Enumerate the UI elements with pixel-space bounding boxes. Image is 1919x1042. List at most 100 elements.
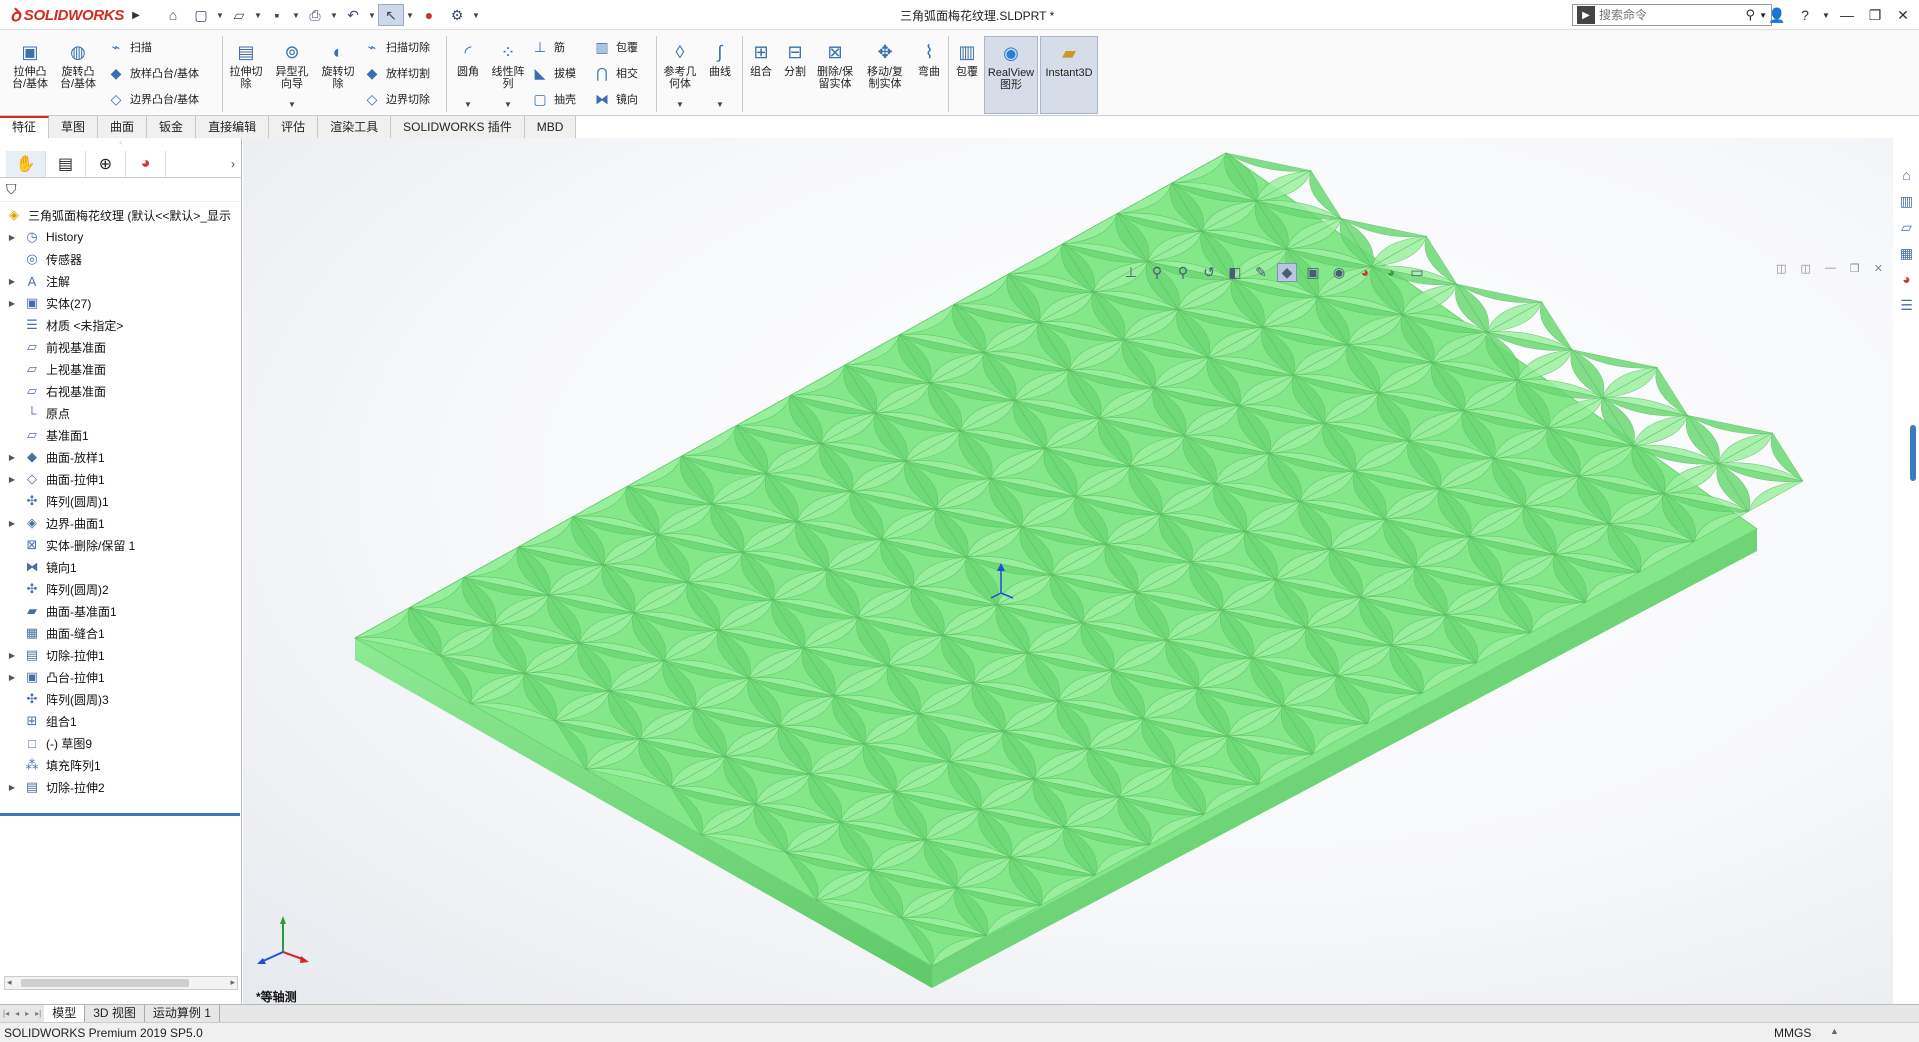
view-palette-icon[interactable]: ▦ [1897,244,1917,262]
tree-item[interactable]: ☰ 材质 <未指定> [0,314,241,336]
tree-root[interactable]: ◈ 三角弧面梅花纹理 (默认<<默认>_显示 [0,204,241,226]
help-icon[interactable]: ? [1793,4,1817,26]
combine-button[interactable]: ⊞ 组合 [744,40,778,78]
tree-item[interactable]: ✣ 阵列(圆周)1 [0,490,241,512]
curves-button[interactable]: ∫ 曲线 [700,40,740,78]
wrap-small-button[interactable]: ▥ 包覆 [592,36,638,58]
search-icon[interactable]: ⚲ [1746,7,1756,23]
expand-arrow-icon[interactable]: ▶ [6,475,18,484]
options-gear-icon[interactable]: ⚙ [444,4,470,26]
tab-3[interactable]: 钣金 [147,116,197,138]
expand-menu-icon[interactable]: ▶ [132,10,140,21]
flex-button[interactable]: ⌇ 弯曲 [912,40,946,78]
shell-button[interactable]: ▢ 抽壳 [530,88,576,110]
tree-item[interactable]: ▦ 曲面-缝合1 [0,622,241,644]
previous-view-icon[interactable]: ↺ [1199,264,1219,281]
fillet-button[interactable]: ◜ 圆角 [448,40,488,78]
bottom-tab-1[interactable]: 3D 视图 [85,1005,145,1022]
chevron-down-icon[interactable]: ▼ [254,11,262,20]
split-button[interactable]: ⊟ 分割 [778,40,812,78]
tab-2[interactable]: 曲面 [98,116,148,138]
extrude-boss-button[interactable]: ▣ 拉伸凸 台/基体 [8,40,52,90]
tab-5[interactable]: 评估 [269,116,319,138]
first-tab-icon[interactable]: |◂ [0,1009,12,1018]
tree-item[interactable]: ▶ ▤ 切除-拉伸1 [0,644,241,666]
select-pointer-icon[interactable]: ↖ [378,4,404,26]
file-explorer-icon[interactable]: ▱ [1897,218,1917,236]
tree-item[interactable]: ⧓ 镜向1 [0,556,241,578]
chevron-down-icon[interactable]: ▼ [716,100,724,109]
view-cube-icon[interactable]: ◆ [1277,262,1297,282]
revolve-cut-button[interactable]: ◐ 旋转切 除 [316,40,360,90]
prev-tab-icon[interactable]: ◂ [12,1009,22,1018]
last-tab-icon[interactable]: ▸| [32,1009,44,1018]
chevron-down-icon[interactable]: ▼ [368,11,376,20]
lofted-cut-button[interactable]: ◆ 放样切割 [362,62,430,84]
scrollbar-thumb[interactable] [21,979,189,987]
edit-appearance-icon[interactable]: ◕ [1355,264,1375,280]
tree-item[interactable]: └ 原点 [0,402,241,424]
tree-item[interactable]: ▰ 曲面-基准面1 [0,600,241,622]
mirror-button[interactable]: ⧓ 镜向 [592,88,638,110]
loft-button[interactable]: ◆ 放样凸台/基体 [106,62,199,84]
minimize-icon[interactable]: — [1835,4,1859,26]
expand-arrow-icon[interactable]: ▶ [6,519,18,528]
tree-item[interactable]: ✣ 阵列(圆周)2 [0,578,241,600]
viewport-scroll-indicator[interactable] [1910,425,1916,481]
chevron-down-icon[interactable]: ▼ [406,11,414,20]
custom-properties-icon[interactable]: ☰ [1897,296,1917,314]
close-icon[interactable]: ✕ [1891,4,1915,26]
tree-item[interactable]: ✣ 阵列(圆周)3 [0,688,241,710]
chevron-down-icon[interactable]: ▼ [464,100,472,109]
hide-show-items-icon[interactable]: ◉ [1329,264,1349,281]
chevron-down-icon[interactable]: ▼ [288,100,296,109]
user-icon[interactable]: 👤 [1765,4,1789,26]
tree-item[interactable]: ▶ ▣ 凸台-拉伸1 [0,666,241,688]
units-selector[interactable]: MMGS [1774,1026,1811,1040]
minimize-icon[interactable]: — [1825,262,1836,275]
close-icon[interactable]: ✕ [1874,262,1883,275]
intersect-button[interactable]: ⋂ 相交 [592,62,638,84]
restore-icon[interactable]: ❐ [1850,262,1860,275]
tree-item[interactable]: ▶ ◷ History [0,226,241,248]
view-orientation-icon[interactable]: ⊥ [1121,264,1141,281]
linear-pattern-button[interactable]: ⁘ 线性阵 列 [486,40,530,90]
next-tab-icon[interactable]: ▸ [22,1009,32,1018]
design-library-icon[interactable]: ▥ [1897,192,1917,210]
property-manager-tab-icon[interactable]: ▤ [46,150,86,177]
tab-4[interactable]: 直接编辑 [196,116,270,138]
tree-item[interactable]: ▶ ▣ 实体(27) [0,292,241,314]
undo-icon[interactable]: ↶ [340,4,366,26]
home-icon[interactable]: ⌂ [160,4,186,26]
boundary-cut-button[interactable]: ◇ 边界切除 [362,88,430,110]
tree-item[interactable]: ▶ ▤ 切除-拉伸2 [0,776,241,798]
tree-item[interactable]: ⊞ 组合1 [0,710,241,732]
tile-left-icon[interactable]: ◫ [1776,262,1786,275]
graphics-viewport[interactable]: ⊥ ⚲ ⚲ ↺ ◧ ✎ ◆ ▣ ◉ ◕ ◕ ▭ ◫ ◫ — ❐ ✕ [243,138,1893,1006]
display-style-icon[interactable]: ▣ [1303,264,1323,281]
tile-right-icon[interactable]: ◫ [1801,262,1811,275]
expand-arrow-icon[interactable]: ▶ [6,277,18,286]
appearances-icon[interactable]: ◕ [1897,270,1917,288]
tree-item[interactable]: ▱ 基准面1 [0,424,241,446]
tree-item[interactable]: ▶ ◆ 曲面-放样1 [0,446,241,468]
bottom-tab-2[interactable]: 运动算例 1 [145,1005,220,1022]
expand-arrow-icon[interactable]: ▶ [6,673,18,682]
expand-arrow-icon[interactable]: ▶ [6,651,18,660]
apply-scene-icon[interactable]: ◕ [1381,264,1401,280]
chevron-up-icon[interactable]: ▲ [1830,1026,1839,1036]
chevron-down-icon[interactable]: ▼ [292,11,300,20]
feature-manager-tab-icon[interactable]: ✋ [6,150,46,177]
chevron-right-icon[interactable]: › [231,157,235,171]
new-document-icon[interactable]: ▢ [188,4,214,26]
chevron-down-icon[interactable]: ▼ [216,11,224,20]
filter-icon[interactable]: ⛉ [0,178,241,202]
tree-item[interactable]: ◎ 传感器 [0,248,241,270]
chevron-down-icon[interactable]: ▼ [676,100,684,109]
bottom-tab-0[interactable]: 模型 [44,1005,86,1022]
rebuild-icon[interactable]: ● [416,4,442,26]
search-input[interactable] [1599,8,1746,22]
chevron-down-icon[interactable]: ▼ [1821,4,1831,26]
chevron-down-icon[interactable]: ▼ [330,11,338,20]
tree-item[interactable]: ▱ 上视基准面 [0,358,241,380]
